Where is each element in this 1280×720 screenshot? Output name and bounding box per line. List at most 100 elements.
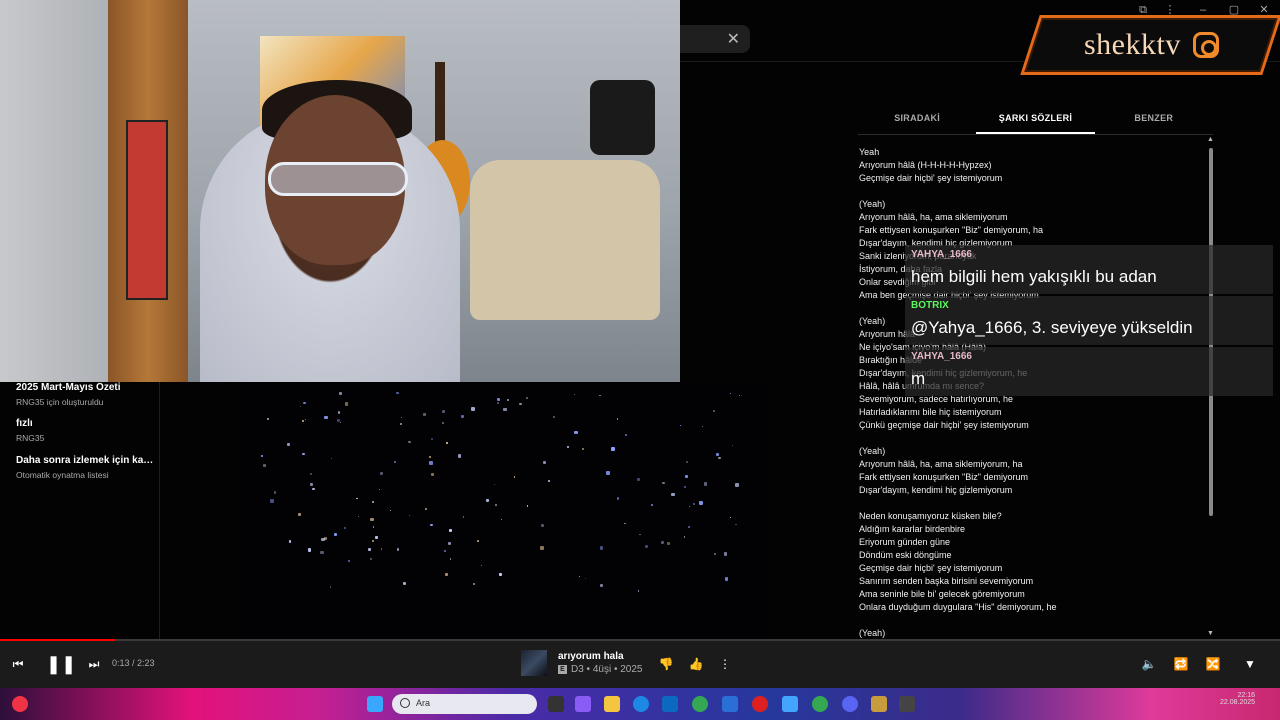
- city-light: [476, 539, 479, 542]
- thumb-down-icon[interactable]: 👎: [658, 656, 674, 672]
- city-light: [430, 523, 433, 527]
- playlist-panel: 2025 Mart-Mayıs Özeti RNG35 için oluştur…: [0, 382, 160, 640]
- city-light: [500, 518, 503, 520]
- playlist-item[interactable]: fızlı RNG35: [16, 418, 156, 443]
- chat-message: YAHYA_1666 m: [905, 347, 1273, 396]
- thumb-up-icon[interactable]: 👍: [688, 656, 704, 672]
- city-light: [639, 533, 642, 536]
- city-light: [566, 445, 569, 448]
- city-light: [735, 523, 737, 526]
- city-light: [408, 515, 410, 517]
- city-light: [403, 581, 407, 585]
- time-display: 0:13 / 2:23: [112, 658, 155, 668]
- search-input[interactable]: ✕: [678, 25, 750, 53]
- chat-text: m: [911, 369, 926, 388]
- chrome-icon[interactable]: [812, 696, 828, 712]
- weather-widget-icon[interactable]: [12, 696, 28, 712]
- city-light: [584, 577, 587, 580]
- city-light: [393, 461, 396, 463]
- task-view-icon[interactable]: [548, 696, 564, 712]
- pause-icon[interactable]: ❚❚: [46, 653, 76, 675]
- volume-icon[interactable]: 🔈: [1141, 656, 1157, 672]
- city-light: [344, 526, 347, 529]
- song-meta[interactable]: D3 • 4üşi • 2025: [571, 664, 643, 675]
- city-light: [423, 412, 427, 416]
- city-light: [339, 421, 342, 424]
- city-light: [660, 541, 664, 545]
- city-light: [287, 443, 290, 446]
- close-icon[interactable]: ✕: [727, 29, 740, 49]
- tab-up-next[interactable]: SIRADAKİ: [858, 106, 976, 134]
- video-player[interactable]: [240, 382, 770, 640]
- webcam-bag: [590, 80, 655, 155]
- youtube-music-icon[interactable]: [752, 696, 768, 712]
- album-thumbnail[interactable]: [521, 650, 547, 676]
- city-light: [481, 565, 483, 567]
- game-launcher-icon[interactable]: [871, 696, 887, 712]
- webcam-poster: [126, 120, 168, 300]
- webcam-wall: [0, 0, 110, 382]
- city-light: [662, 482, 665, 485]
- lyric-line: Döndüm eski döngüme: [859, 550, 952, 560]
- lyric-line: Fark ettiysen konuşurken "Biz" demiyorum…: [859, 225, 1043, 235]
- city-light: [735, 483, 740, 487]
- skip-next-icon[interactable]: ⏭: [86, 656, 102, 672]
- more-vert-icon[interactable]: ⋮: [718, 656, 732, 672]
- scroll-up-icon[interactable]: ▲: [1207, 136, 1214, 143]
- repeat-icon[interactable]: 🔁: [1173, 656, 1189, 672]
- playlist-title: 2025 Mart-Mayıs Özeti: [16, 382, 121, 393]
- copilot-icon[interactable]: [575, 696, 591, 712]
- chat-username: YAHYA_1666: [911, 351, 972, 362]
- city-light: [574, 430, 578, 435]
- chrome-icon[interactable]: [692, 696, 708, 712]
- edge-icon[interactable]: [633, 696, 649, 712]
- city-light: [686, 460, 689, 463]
- city-light: [448, 529, 453, 533]
- city-light: [486, 499, 490, 503]
- city-light: [471, 407, 476, 411]
- shuffle-icon[interactable]: 🔀: [1205, 656, 1221, 672]
- app-icon[interactable]: [782, 696, 798, 712]
- expand-icon[interactable]: ▼: [1242, 656, 1258, 672]
- lyric-line: (Yeah): [859, 446, 886, 456]
- city-light: [305, 418, 307, 420]
- city-light: [380, 548, 383, 551]
- skip-previous-icon[interactable]: ⏮: [10, 656, 26, 672]
- tab-related[interactable]: BENZER: [1095, 106, 1213, 134]
- playlist-item[interactable]: 2025 Mart-Mayıs Özeti RNG35 için oluştur…: [16, 382, 156, 407]
- city-light: [684, 486, 687, 488]
- discord-icon[interactable]: [842, 696, 858, 712]
- chat-message: YAHYA_1666 hem bilgili hem yakışıklı bu …: [905, 245, 1273, 294]
- city-light: [444, 550, 446, 552]
- city-light: [519, 402, 522, 405]
- city-light: [543, 461, 547, 464]
- logo-text: shekktv: [1083, 28, 1181, 61]
- windows-start-icon[interactable]: [367, 696, 383, 712]
- city-light: [699, 501, 704, 505]
- obs-icon[interactable]: [899, 696, 915, 712]
- city-light: [701, 425, 704, 428]
- outlook-icon[interactable]: [662, 696, 678, 712]
- song-title[interactable]: arıyorum hala: [558, 651, 624, 662]
- city-light: [379, 488, 381, 490]
- city-light: [729, 393, 732, 395]
- city-light: [301, 420, 304, 423]
- webcam-armchair: [470, 160, 660, 320]
- city-light: [270, 499, 274, 503]
- taskbar-search[interactable]: Ara: [392, 694, 537, 714]
- tab-lyrics[interactable]: ŞARKI SÖZLERİ: [976, 106, 1095, 134]
- city-light: [429, 456, 431, 458]
- store-icon[interactable]: [722, 696, 738, 712]
- city-light: [370, 558, 372, 560]
- city-light: [339, 392, 342, 396]
- file-explorer-icon[interactable]: [604, 696, 620, 712]
- clock[interactable]: 22:16 22.08.2025: [1220, 692, 1255, 706]
- chat-username: BOTRIX: [911, 300, 949, 311]
- scroll-down-icon[interactable]: ▼: [1207, 630, 1214, 637]
- taskbar: Ara 22:16 22.08.2025: [0, 688, 1280, 720]
- city-light: [446, 441, 449, 444]
- lyric-line: Onlara duyduğum duygulara "His" demiyoru…: [859, 602, 1057, 612]
- city-light: [685, 475, 688, 478]
- city-light: [732, 444, 734, 447]
- playlist-item[interactable]: Daha sonra izlemek için kaydedilenler Ot…: [16, 455, 156, 480]
